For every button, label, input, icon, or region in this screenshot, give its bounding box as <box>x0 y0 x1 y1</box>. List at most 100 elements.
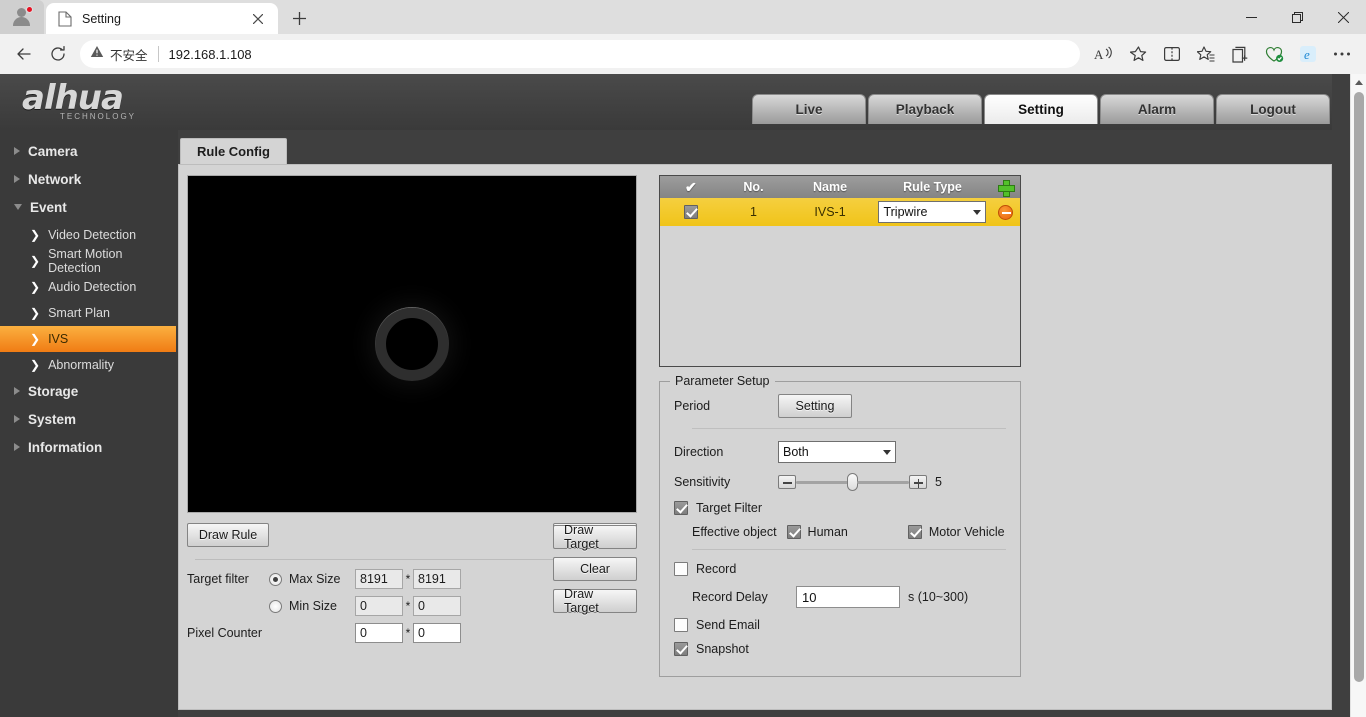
max-size-width-input[interactable]: 8191 <box>355 569 403 589</box>
checkbox-icon[interactable] <box>674 562 688 576</box>
security-indicator[interactable]: 不安全 <box>90 45 148 64</box>
checkbox-icon[interactable] <box>683 205 698 219</box>
ie-mode-icon[interactable]: e <box>1292 38 1324 70</box>
main-content: Rule Config Draw Rule Clear <box>178 130 1350 717</box>
sidebar-item-label: Smart Motion Detection <box>48 247 123 275</box>
slider-track-right[interactable] <box>857 480 909 484</box>
delete-rule-button[interactable] <box>990 204 1020 220</box>
close-icon[interactable] <box>246 7 270 31</box>
rule-type-select[interactable]: Tripwire <box>878 201 987 223</box>
max-size-radio-option[interactable]: Max Size <box>269 572 355 586</box>
topnav-alarm[interactable]: Alarm <box>1100 94 1214 124</box>
record-checkbox-row[interactable]: Record <box>674 562 1006 576</box>
sidebar-item-information[interactable]: Information <box>0 434 178 460</box>
min-size-width-input[interactable]: 0 <box>355 596 403 616</box>
radio-icon[interactable] <box>269 572 282 586</box>
favorites-list-icon[interactable] <box>1190 38 1222 70</box>
row-rule-type-select-cell[interactable]: Tripwire <box>875 201 990 223</box>
browser-tab-setting[interactable]: Setting <box>46 3 278 34</box>
sidebar-item-label: Video Detection <box>48 228 137 242</box>
read-aloud-icon[interactable]: A <box>1088 38 1120 70</box>
right-column: ✔ No. Name Rule Type 1 IVS-1 Tripwire Pa… <box>649 165 1331 709</box>
pixel-counter-height-input[interactable]: 0 <box>413 623 461 643</box>
table-row[interactable]: 1 IVS-1 Tripwire <box>660 198 1020 226</box>
motor-vehicle-checkbox-option[interactable]: Motor Vehicle <box>907 525 1005 539</box>
sidebar-item-camera[interactable]: Camera <box>0 138 178 164</box>
snapshot-checkbox-row[interactable]: Snapshot <box>674 642 1006 656</box>
sensitivity-label: Sensitivity <box>674 475 731 489</box>
sidebar-item-smart-motion-detection[interactable]: ❯ Smart Motion Detection <box>0 247 176 275</box>
minimize-icon[interactable] <box>1228 0 1274 34</box>
target-filter-group: Target filter Max Size 8191 * 8191 Min S… <box>187 523 637 643</box>
sidebar-item-ivs[interactable]: ❯ IVS <box>0 326 176 352</box>
checkbox-icon[interactable] <box>674 618 688 632</box>
checkbox-icon[interactable] <box>674 501 688 515</box>
row-no: 1 <box>750 205 757 219</box>
target-filter-checkbox-row[interactable]: Target Filter <box>674 501 1006 515</box>
sensitivity-slider[interactable] <box>778 473 927 491</box>
sidebar-item-abnormality[interactable]: ❯ Abnormality <box>0 352 176 378</box>
record-delay-input[interactable]: 10 <box>796 586 900 608</box>
url-text[interactable]: 192.168.1.108 <box>169 47 1070 62</box>
back-arrow-icon[interactable] <box>8 38 40 70</box>
rule-type-value: Tripwire <box>883 205 928 219</box>
left-column: Draw Rule Clear Target filter Max Size <box>179 165 649 709</box>
plus-button-icon[interactable] <box>909 475 927 489</box>
sidebar-item-audio-detection[interactable]: ❯ Audio Detection <box>0 274 176 300</box>
video-preview[interactable] <box>187 175 637 513</box>
draw-target-button-pixel[interactable]: Draw Target <box>553 587 637 615</box>
sidebar-item-smart-plan[interactable]: ❯ Smart Plan <box>0 300 176 326</box>
scrollbar-thumb[interactable] <box>1354 92 1364 682</box>
pixel-counter-width-input[interactable]: 0 <box>355 623 403 643</box>
split-screen-icon[interactable] <box>1156 38 1188 70</box>
chevron-down-icon <box>14 204 22 210</box>
maximize-icon[interactable] <box>1274 0 1320 34</box>
reload-icon[interactable] <box>42 38 74 70</box>
topnav-playback[interactable]: Playback <box>868 94 982 124</box>
browser-window: Setting 不安全 192.168.1.108 A e alhua TECH… <box>0 0 1366 717</box>
select-all-checkbox-header[interactable]: ✔ <box>660 179 722 196</box>
sidebar-item-system[interactable]: System <box>0 406 178 432</box>
human-label: Human <box>807 525 848 539</box>
target-filter-label: Target filter <box>187 572 249 586</box>
scroll-up-arrow-icon[interactable] <box>1351 74 1366 90</box>
checkbox-icon[interactable] <box>674 642 688 656</box>
settings-more-icon[interactable] <box>1326 38 1358 70</box>
address-bar[interactable]: 不安全 192.168.1.108 <box>80 40 1080 68</box>
topnav-live[interactable]: Live <box>752 94 866 124</box>
sidebar-item-storage[interactable]: Storage <box>0 378 178 404</box>
min-size-height-input[interactable]: 0 <box>413 596 461 616</box>
minus-button-icon[interactable] <box>778 475 796 489</box>
tab-rule-config[interactable]: Rule Config <box>180 138 287 164</box>
draw-target-button-max[interactable]: Draw Target <box>553 523 637 551</box>
topnav-setting[interactable]: Setting <box>984 94 1098 124</box>
collections-icon[interactable] <box>1224 38 1256 70</box>
direction-select[interactable]: Both <box>778 441 896 463</box>
max-size-height-input[interactable]: 8191 <box>413 569 461 589</box>
sidebar-item-event[interactable]: Event <box>0 194 178 220</box>
new-tab-button[interactable] <box>284 3 314 33</box>
human-checkbox-option[interactable]: Human <box>786 525 848 539</box>
sidebar-item-video-detection[interactable]: ❯ Video Detection <box>0 222 176 248</box>
page-scrollbar[interactable] <box>1350 74 1366 717</box>
add-rule-button[interactable] <box>990 179 1020 197</box>
min-size-radio-option[interactable]: Min Size <box>269 599 355 613</box>
browser-essentials-icon[interactable] <box>1258 38 1290 70</box>
topnav-logout[interactable]: Logout <box>1216 94 1330 124</box>
profile-button[interactable] <box>0 0 44 34</box>
favorite-star-icon[interactable] <box>1122 38 1154 70</box>
slider-track-left[interactable] <box>796 480 848 484</box>
period-setting-button[interactable]: Setting <box>778 394 852 418</box>
close-icon[interactable] <box>1320 0 1366 34</box>
checkbox-icon[interactable] <box>907 525 922 539</box>
profile-avatar-icon <box>12 6 33 27</box>
row-select-checkbox[interactable] <box>660 205 722 219</box>
draw-rule-button[interactable]: Draw Rule <box>187 523 269 547</box>
send-email-checkbox-row[interactable]: Send Email <box>674 618 1006 632</box>
browser-toolbar: 不安全 192.168.1.108 A e <box>0 34 1366 74</box>
sidebar-item-network[interactable]: Network <box>0 166 178 192</box>
checkbox-icon[interactable] <box>786 525 801 539</box>
scene-ring-object <box>375 307 449 381</box>
radio-icon[interactable] <box>269 599 282 613</box>
clear-target-button[interactable]: Clear <box>553 557 637 581</box>
